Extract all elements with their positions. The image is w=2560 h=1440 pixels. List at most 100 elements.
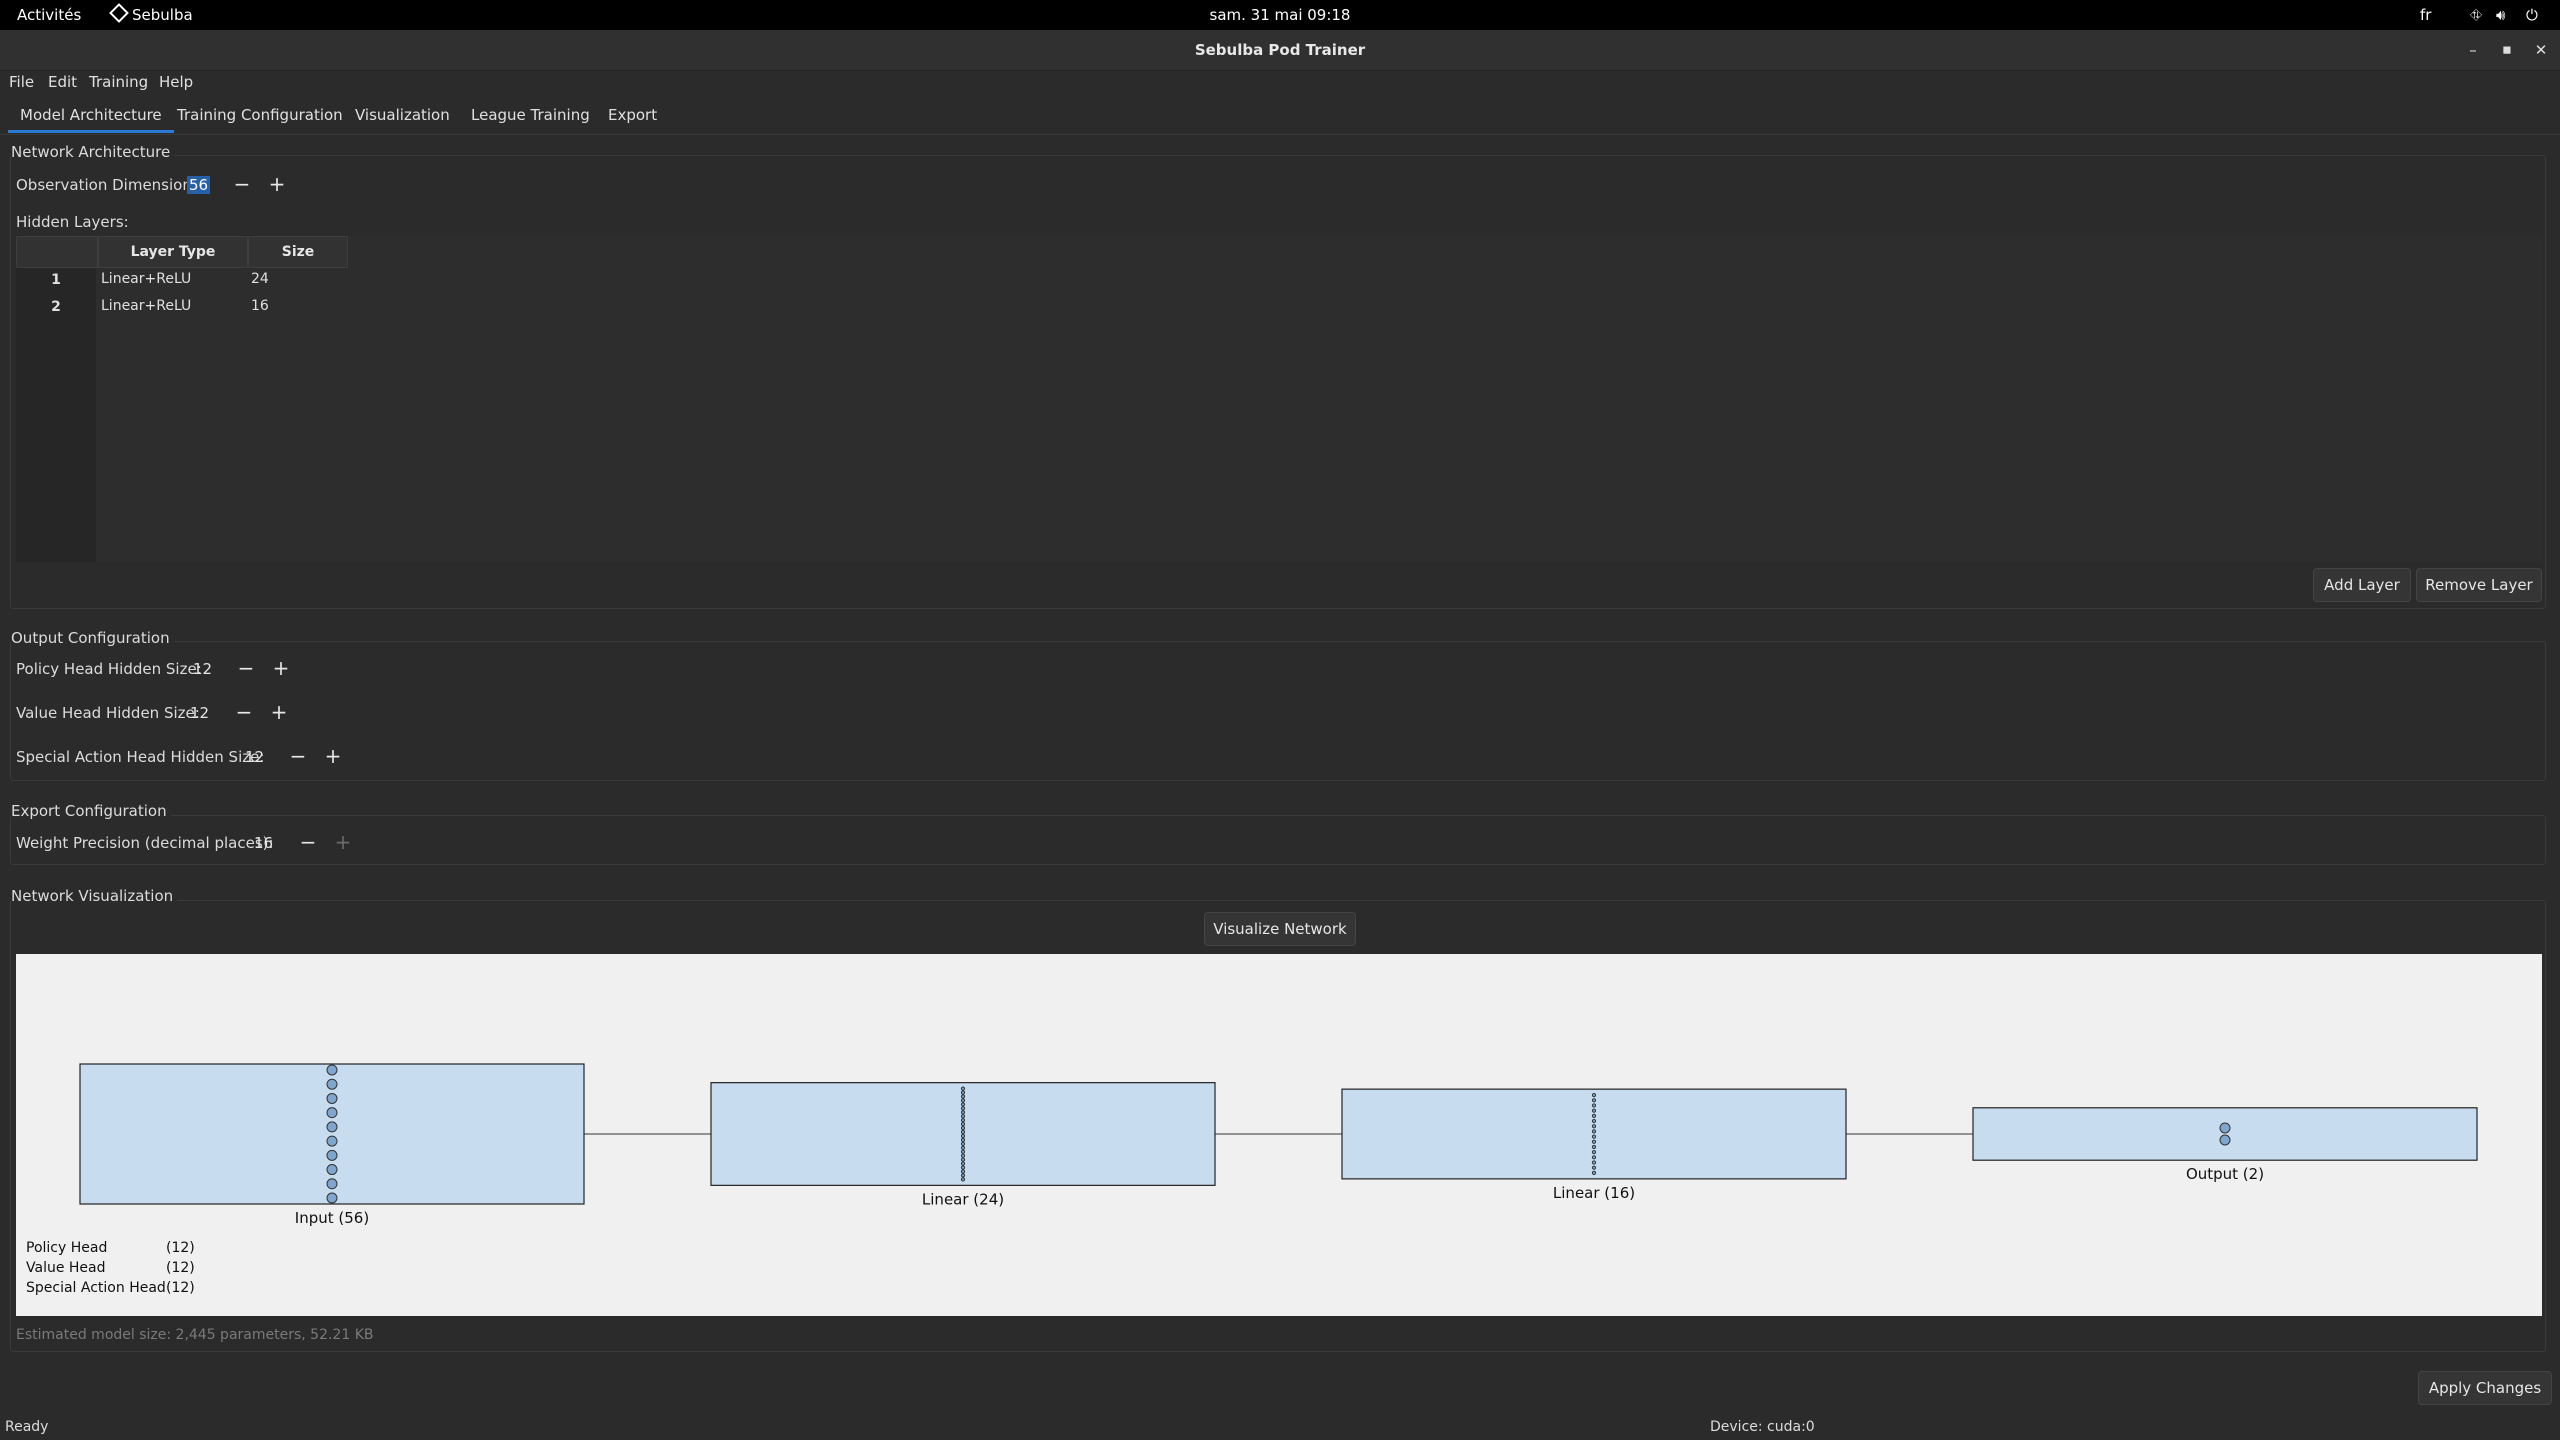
network-icon[interactable]: ⛗ — [2470, 6, 2482, 24]
neuron — [960, 1110, 966, 1115]
neuron — [1591, 1144, 1597, 1150]
clock[interactable]: sam. 31 mai 09:18 — [0, 6, 2560, 24]
tab-league-training[interactable]: League Training — [471, 106, 590, 124]
tab-visualization[interactable]: Visualization — [355, 106, 450, 124]
neuron — [326, 1135, 338, 1147]
row-header[interactable]: 2 — [16, 299, 96, 315]
volume-icon[interactable]: 🔊︎ — [2496, 6, 2505, 24]
menu-edit[interactable]: Edit — [48, 73, 77, 91]
layer-size-cell[interactable]: 16 — [251, 298, 269, 314]
observation-dimension-label: Observation Dimension: — [16, 176, 197, 194]
head-name: Policy Head — [26, 1240, 107, 1256]
observation-increment-button[interactable]: + — [265, 173, 289, 197]
tab-model-architecture[interactable]: Model Architecture — [8, 106, 174, 133]
neuron — [1591, 1124, 1597, 1129]
neuron — [326, 1107, 338, 1119]
observation-decrement-button[interactable]: − — [230, 173, 254, 197]
value-head-label: Value Head Hidden Size: — [16, 704, 200, 722]
neuron — [1591, 1108, 1597, 1113]
neuron — [960, 1141, 966, 1146]
neuron — [960, 1090, 966, 1095]
menu-training[interactable]: Training — [89, 73, 148, 91]
neuron — [960, 1106, 966, 1111]
remove-layer-button[interactable]: Remove Layer — [2416, 568, 2542, 602]
status-bar: Ready Device: cuda:0 — [0, 1416, 2560, 1440]
status-text: Ready — [5, 1419, 49, 1435]
window-title: Sebulba Pod Trainer — [1194, 41, 1366, 59]
menu-file[interactable]: File — [9, 73, 34, 91]
menu-help[interactable]: Help — [159, 73, 193, 91]
layer-type-cell[interactable]: Linear+ReLU — [101, 298, 191, 314]
apply-changes-button[interactable]: Apply Changes — [2418, 1371, 2552, 1405]
tab-training-configuration[interactable]: Training Configuration — [177, 106, 343, 124]
close-icon[interactable]: ✕ — [2530, 40, 2552, 60]
neuron — [960, 1157, 966, 1162]
visualize-network-button[interactable]: Visualize Network — [1204, 912, 1356, 946]
column-header-layer-type[interactable]: Layer Type — [98, 236, 248, 268]
menu-bar: File Edit Training Help — [0, 71, 2560, 97]
neuron — [960, 1149, 966, 1154]
layer-box — [1341, 1088, 1847, 1180]
neuron — [1591, 1113, 1597, 1118]
neuron — [1591, 1155, 1597, 1160]
neuron — [326, 1064, 338, 1076]
neuron — [1591, 1139, 1597, 1144]
neuron — [960, 1086, 966, 1091]
neuron — [1591, 1093, 1597, 1098]
network-visualization-title: Network Visualization — [11, 887, 178, 905]
network-diagram-canvas: Input (56) Linear (24) Linear (16) Output (… — [16, 954, 2542, 1316]
precision-increment-button[interactable]: + — [331, 831, 355, 855]
neuron — [960, 1129, 966, 1135]
add-layer-button[interactable]: Add Layer — [2313, 568, 2411, 602]
policy-head-input[interactable]: 12 — [193, 660, 212, 678]
neuron — [326, 1092, 338, 1104]
neuron — [960, 1133, 966, 1139]
layer-type-cell[interactable]: Linear+ReLU — [101, 271, 191, 287]
value-head-input[interactable]: 12 — [190, 704, 209, 722]
layer-label: Linear (24) — [922, 1190, 1004, 1208]
language-indicator[interactable]: fr — [2420, 6, 2431, 24]
observation-dimension-input[interactable]: 56 — [187, 176, 211, 194]
weight-precision-input[interactable]: 16 — [254, 834, 273, 852]
special-increment-button[interactable]: + — [321, 745, 345, 769]
neuron — [1591, 1165, 1597, 1170]
special-decrement-button[interactable]: − — [286, 745, 310, 769]
neuron — [960, 1173, 966, 1178]
layer-size-cell[interactable]: 24 — [251, 271, 269, 287]
hidden-layers-table[interactable]: Layer Type Size 1 Linear+ReLU 24 2 Linea… — [16, 236, 2542, 562]
neuron — [326, 1149, 338, 1161]
layer-box — [1972, 1107, 2478, 1161]
neuron — [960, 1153, 966, 1158]
system-top-bar: Activités Sebulba sam. 31 mai 09:18 fr ⛗… — [0, 0, 2560, 30]
export-configuration-title: Export Configuration — [11, 802, 171, 820]
neuron — [960, 1098, 966, 1103]
neuron — [1591, 1134, 1597, 1139]
neuron — [326, 1078, 338, 1090]
neuron — [960, 1094, 966, 1099]
neuron — [326, 1164, 338, 1176]
neuron — [960, 1161, 966, 1166]
column-header-size[interactable]: Size — [248, 236, 348, 268]
power-icon[interactable]: ⏻ — [2526, 6, 2538, 24]
value-increment-button[interactable]: + — [267, 701, 291, 725]
maximize-icon[interactable]: ◼ — [2496, 40, 2518, 60]
neuron — [960, 1118, 966, 1123]
neuron — [960, 1165, 966, 1170]
tab-export[interactable]: Export — [608, 106, 657, 124]
policy-increment-button[interactable]: + — [269, 657, 293, 681]
value-decrement-button[interactable]: − — [232, 701, 256, 725]
row-header[interactable]: 1 — [16, 272, 96, 288]
precision-decrement-button[interactable]: − — [296, 831, 320, 855]
minimize-icon[interactable]: – — [2462, 40, 2484, 60]
neuron — [326, 1178, 338, 1190]
neuron — [1591, 1118, 1597, 1124]
neuron — [960, 1177, 966, 1182]
neuron — [1591, 1160, 1597, 1165]
head-name: Special Action Head — [26, 1280, 166, 1296]
policy-decrement-button[interactable]: − — [234, 657, 258, 681]
head-size: (12) — [166, 1260, 195, 1276]
window-titlebar: Sebulba Pod Trainer – ◼ ✕ — [0, 30, 2560, 71]
special-action-head-input[interactable]: 12 — [245, 748, 264, 766]
weight-precision-label: Weight Precision (decimal places): — [16, 834, 274, 852]
output-configuration-title: Output Configuration — [11, 629, 174, 647]
